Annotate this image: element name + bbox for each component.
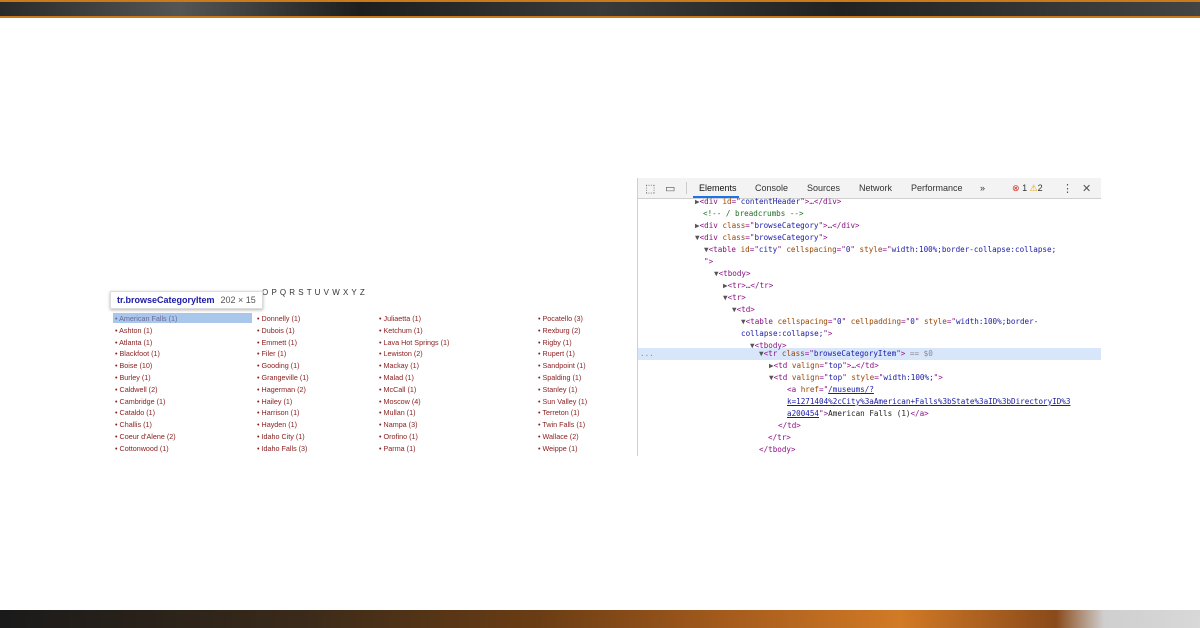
list-item[interactable]: • Malad (1) xyxy=(379,372,449,384)
inspect-tooltip: tr.browseCategoryItem 202 × 15 xyxy=(110,291,263,309)
list-item[interactable]: • Harrison (1) xyxy=(257,407,309,419)
list-item[interactable]: • American Falls (1) xyxy=(115,313,177,325)
more-tabs-button[interactable]: » xyxy=(980,183,985,193)
error-count: 1 xyxy=(1022,183,1028,193)
list-item[interactable]: • Idaho City (1) xyxy=(257,431,309,443)
warning-count: 2 xyxy=(1037,183,1043,193)
list-item[interactable]: • Pocatello (3) xyxy=(538,313,587,325)
dom-node-anchor-text[interactable]: a200454">American Falls (1)</a> xyxy=(787,408,929,420)
tab-network[interactable]: Network xyxy=(859,183,892,193)
dom-node-table-city[interactable]: ▼<table id="city" cellspacing="0" style=… xyxy=(704,244,1056,256)
devtools-panel: ⬚ ▭ Elements Console Sources Network Per… xyxy=(637,178,1101,456)
tab-elements[interactable]: Elements xyxy=(699,183,737,193)
dom-node-browse-category-2[interactable]: ▼<div class="browseCategory"> xyxy=(695,232,828,244)
list-item[interactable]: • Mullan (1) xyxy=(379,407,449,419)
list-item[interactable]: • Donnelly (1) xyxy=(257,313,309,325)
dom-node-td-style[interactable]: ▼<td valign="top" style="width:100%;"> xyxy=(769,372,943,384)
list-item[interactable]: • Rexburg (2) xyxy=(538,325,587,337)
list-item[interactable]: • Cataldo (1) xyxy=(115,407,177,419)
list-item[interactable]: • Lewiston (2) xyxy=(379,348,449,360)
list-item[interactable]: • Gooding (1) xyxy=(257,360,309,372)
dom-node-tr-close: </tr> xyxy=(768,433,791,442)
list-item[interactable]: • Cambridge (1) xyxy=(115,396,177,408)
dom-node-td-valign[interactable]: ▶<td valign="top">…</td> xyxy=(769,360,879,372)
toolbar-divider xyxy=(686,182,687,194)
list-item[interactable]: • McCall (1) xyxy=(379,384,449,396)
city-column-3: • Juliaetta (1) • Ketchum (1) • Lava Hot… xyxy=(379,313,449,455)
tooltip-selector: tr.browseCategoryItem xyxy=(117,295,215,305)
dom-node-tr-collapsed[interactable]: ▶<tr>…</tr> xyxy=(723,280,773,292)
list-item[interactable]: • Atlanta (1) xyxy=(115,337,177,349)
selected-node-dots[interactable]: ... xyxy=(640,348,654,360)
top-photo-band xyxy=(0,0,1200,18)
list-item[interactable]: • Dubois (1) xyxy=(257,325,309,337)
list-item[interactable]: • Rigby (1) xyxy=(538,337,587,349)
dom-node-table-city-end: "> xyxy=(704,257,714,266)
alphabet-nav[interactable]: O P Q R S T U V W X Y Z xyxy=(262,288,365,297)
list-item[interactable]: • Boise (10) xyxy=(115,360,177,372)
city-column-1: • American Falls (1) • Ashton (1) • Atla… xyxy=(115,313,177,455)
tab-sources[interactable]: Sources xyxy=(807,183,840,193)
list-item[interactable]: • Idaho Falls (3) xyxy=(257,443,309,455)
list-item[interactable]: • Nampa (3) xyxy=(379,419,449,431)
list-item[interactable]: • Lava Hot Springs (1) xyxy=(379,337,449,349)
list-item[interactable]: • Hayden (1) xyxy=(257,419,309,431)
dom-node-inner-table-end: collapse:collapse;"> xyxy=(741,329,833,338)
error-icon: ⊗ xyxy=(1012,183,1020,193)
bottom-photo-band xyxy=(0,610,1200,628)
city-column-4: • Pocatello (3) • Rexburg (2) • Rigby (1… xyxy=(538,313,587,455)
tooltip-dimensions: 202 × 15 xyxy=(220,295,256,305)
issues-counter[interactable]: ⊗ 1 ⚠2 xyxy=(1012,183,1043,194)
warning-icon: ⚠ xyxy=(1029,183,1038,193)
dom-node-anchor-href[interactable]: k=1271404%2cCity%3aAmerican+Falls%3bStat… xyxy=(787,396,1070,408)
list-item[interactable]: • Parma (1) xyxy=(379,443,449,455)
dom-node-td[interactable]: ▼<td> xyxy=(732,304,755,316)
inspect-element-icon[interactable]: ⬚ xyxy=(645,182,655,195)
dom-node-tbody[interactable]: ▼<tbody> xyxy=(714,268,751,280)
menu-icon[interactable]: ⋮ xyxy=(1062,182,1073,195)
close-icon[interactable]: ✕ xyxy=(1082,182,1091,195)
list-item[interactable]: • Blackfoot (1) xyxy=(115,348,177,360)
list-item[interactable]: • Mackay (1) xyxy=(379,360,449,372)
list-item[interactable]: • Sandpoint (1) xyxy=(538,360,587,372)
list-item[interactable]: • Twin Falls (1) xyxy=(538,419,587,431)
list-item[interactable]: • Rupert (1) xyxy=(538,348,587,360)
list-item[interactable]: • Moscow (4) xyxy=(379,396,449,408)
dom-node-content-header[interactable]: ▶<div id="contentHeader">…</div> xyxy=(695,196,841,208)
dom-node-browse-category-1[interactable]: ▶<div class="browseCategory">…</div> xyxy=(695,220,860,232)
list-item[interactable]: • Juliaetta (1) xyxy=(379,313,449,325)
list-item[interactable]: • Wallace (2) xyxy=(538,431,587,443)
list-item[interactable]: • Coeur d'Alene (2) xyxy=(115,431,177,443)
list-item[interactable]: • Sun Valley (1) xyxy=(538,396,587,408)
list-item[interactable]: • Terreton (1) xyxy=(538,407,587,419)
list-item[interactable]: • Ketchum (1) xyxy=(379,325,449,337)
dom-node-td-close: </td> xyxy=(778,421,801,430)
list-item[interactable]: • Grangeville (1) xyxy=(257,372,309,384)
list-item[interactable]: • Spalding (1) xyxy=(538,372,587,384)
dom-node-tbody-close: </tbody> xyxy=(759,445,796,454)
device-toolbar-icon[interactable]: ▭ xyxy=(665,182,675,195)
list-item[interactable]: • Orofino (1) xyxy=(379,431,449,443)
city-column-2: • Donnelly (1) • Dubois (1) • Emmett (1)… xyxy=(257,313,309,455)
dom-node-inner-table[interactable]: ▼<table cellspacing="0" cellpadding="0" … xyxy=(741,316,1038,328)
list-item[interactable]: • Hagerman (2) xyxy=(257,384,309,396)
dom-node-tr[interactable]: ▼<tr> xyxy=(723,292,746,304)
list-item[interactable]: • Hailey (1) xyxy=(257,396,309,408)
list-item[interactable]: • Stanley (1) xyxy=(538,384,587,396)
web-page-panel: O P Q R S T U V W X Y Z tr.browseCategor… xyxy=(110,285,636,457)
tab-performance[interactable]: Performance xyxy=(911,183,963,193)
list-item[interactable]: • Cottonwood (1) xyxy=(115,443,177,455)
tab-console[interactable]: Console xyxy=(755,183,788,193)
list-item[interactable]: • Burley (1) xyxy=(115,372,177,384)
list-item[interactable]: • Ashton (1) xyxy=(115,325,177,337)
list-item[interactable]: • Emmett (1) xyxy=(257,337,309,349)
dom-node-anchor[interactable]: <a href="/museums/? xyxy=(787,384,874,396)
list-item[interactable]: • Filer (1) xyxy=(257,348,309,360)
list-item[interactable]: • Challis (1) xyxy=(115,419,177,431)
list-item[interactable]: • Weippe (1) xyxy=(538,443,587,455)
dom-node-browse-category-item[interactable]: ▼<tr class="browseCategoryItem"> == $0 xyxy=(759,348,933,360)
list-item[interactable]: • Caldwell (2) xyxy=(115,384,177,396)
dom-node-comment[interactable]: <!-- / breadcrumbs --> xyxy=(703,208,804,220)
